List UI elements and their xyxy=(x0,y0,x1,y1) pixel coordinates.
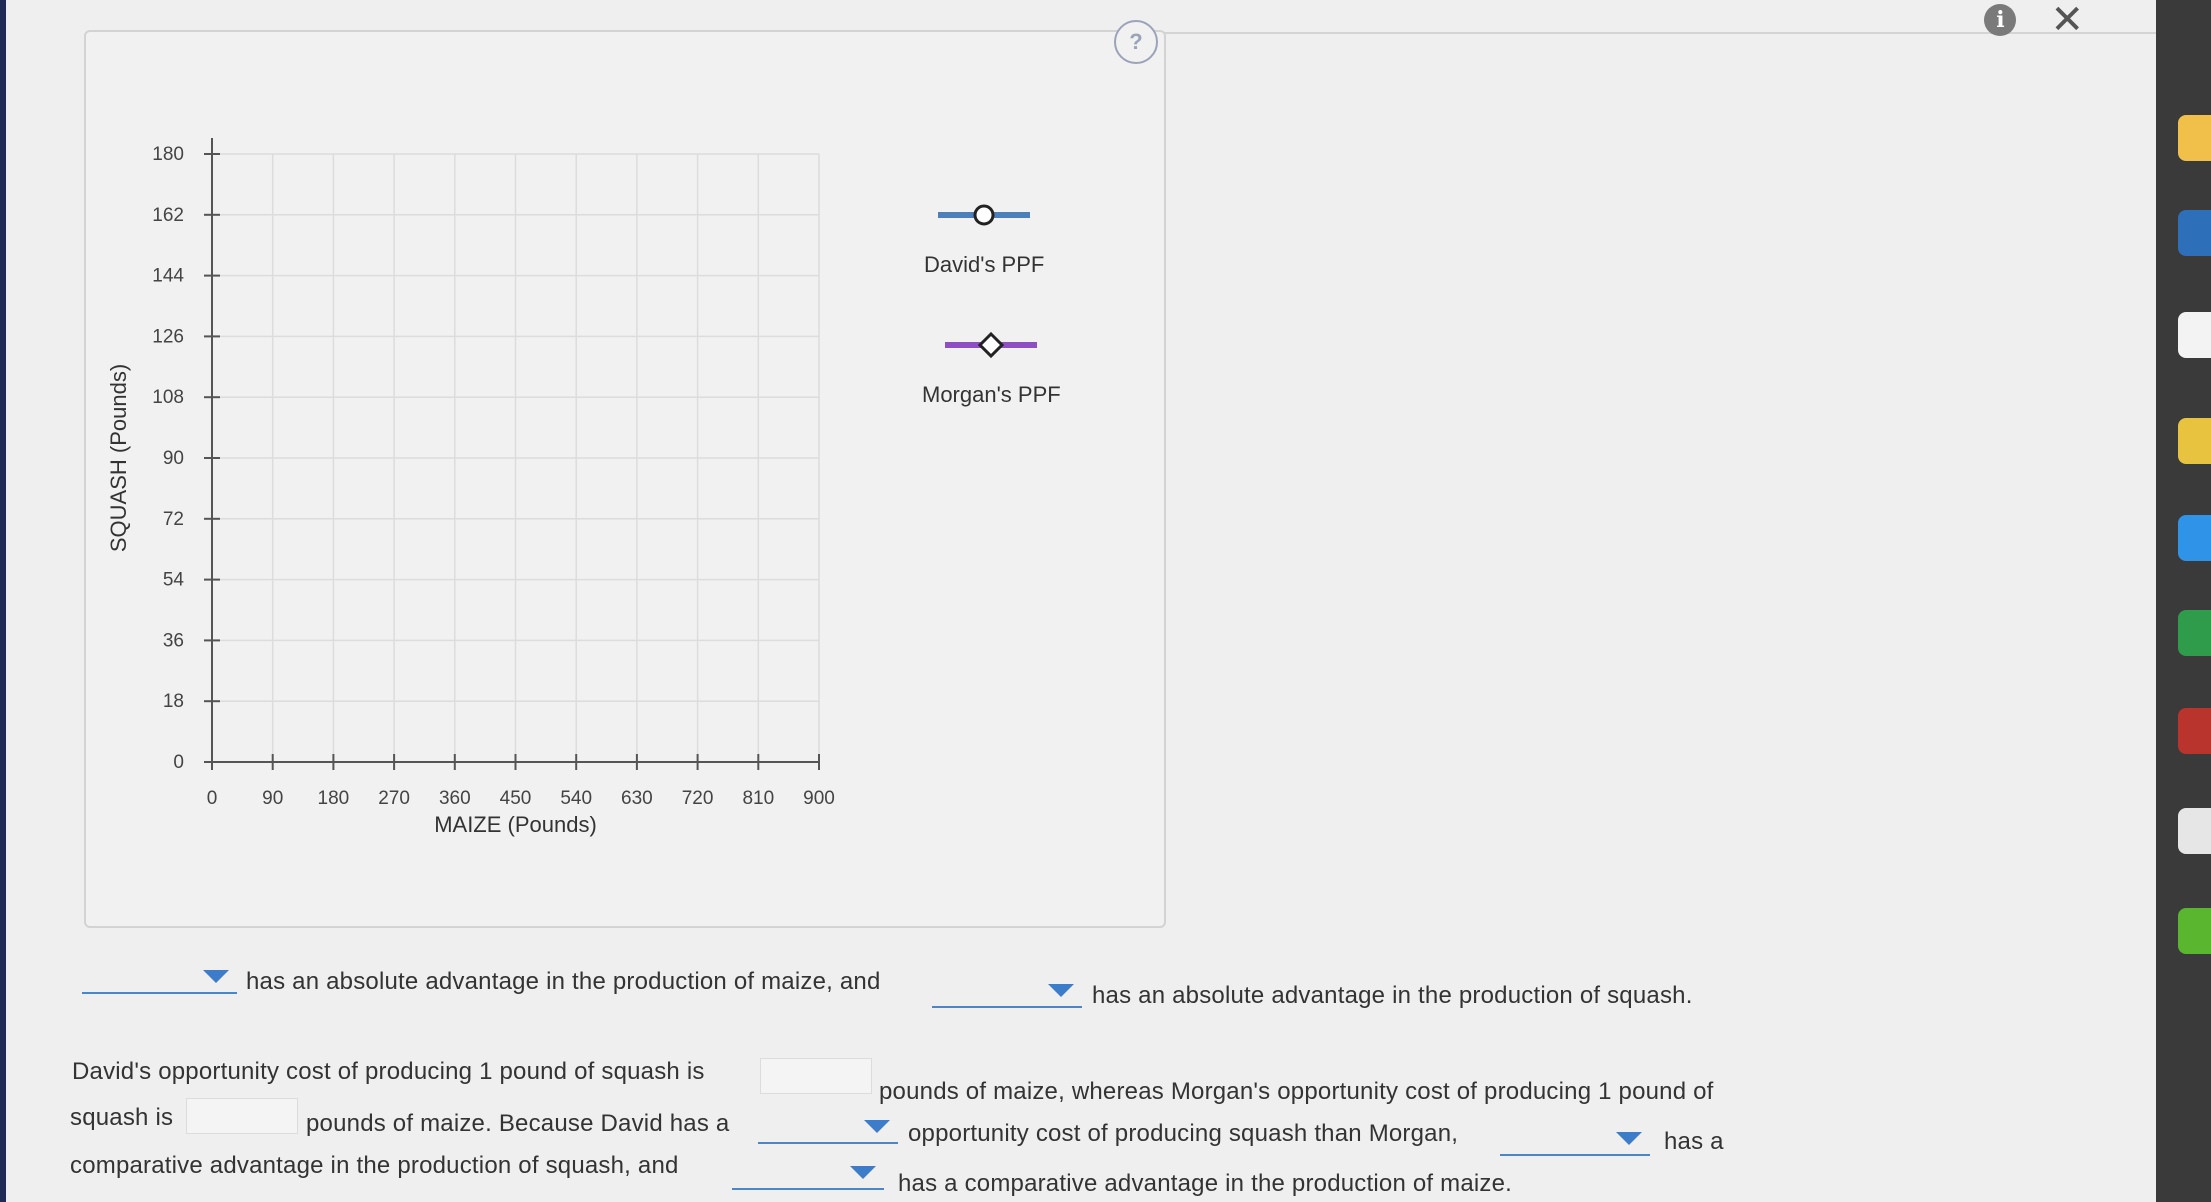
legend-label-david: David's PPF xyxy=(924,252,1045,277)
maize-comparative-dropdown[interactable] xyxy=(732,1158,884,1190)
x-tick-label: 180 xyxy=(318,788,350,809)
y-tick-label: 108 xyxy=(152,387,184,408)
y-tick-label: 162 xyxy=(152,205,184,226)
help-circle-icon[interactable]: ? xyxy=(1114,20,1158,64)
y-tick-label: 90 xyxy=(163,448,184,469)
x-tick-label: 90 xyxy=(262,788,283,809)
x-tick-label: 0 xyxy=(207,788,218,809)
close-icon[interactable]: ✕ xyxy=(2050,0,2084,40)
comparative-text-2d: has a xyxy=(1664,1128,1724,1155)
x-tick-label: 900 xyxy=(803,788,835,809)
green-app-icon[interactable] xyxy=(2178,908,2211,954)
circle-marker-icon[interactable] xyxy=(934,200,1034,230)
legend-david[interactable]: David's PPF xyxy=(924,200,1044,278)
document-icon[interactable] xyxy=(2178,312,2211,358)
legend-morgan[interactable]: Morgan's PPF xyxy=(922,330,1061,408)
notes-icon[interactable] xyxy=(2178,808,2211,854)
drive-icon[interactable] xyxy=(2178,610,2211,656)
x-tick-label: 540 xyxy=(560,788,592,809)
app-a-icon[interactable] xyxy=(2178,708,2211,754)
y-tick-label: 144 xyxy=(152,266,184,287)
top-toolbar: i ✕ xyxy=(1984,0,2084,40)
graph-panel: 0 90 180 270 360 450 540 630 720 810 900 0 18 36 54 72 9… xyxy=(84,30,1166,928)
x-tick-label: 810 xyxy=(742,788,774,809)
diamond-marker-icon[interactable] xyxy=(941,330,1041,360)
ppf-chart[interactable]: 0 90 180 270 360 450 540 630 720 810 900 0 18 36 54 72 9… xyxy=(86,32,1164,926)
x-tick-label: 270 xyxy=(378,788,410,809)
chevron-down-icon xyxy=(850,1166,876,1179)
comparative-text-3b: has a comparative advantage in the produ… xyxy=(898,1170,1513,1197)
legend-label-morgan: Morgan's PPF xyxy=(922,382,1061,407)
squash-absolute-dropdown[interactable] xyxy=(932,976,1082,1008)
absolute-text-1: has an absolute advantage in the product… xyxy=(246,968,881,995)
y-axis-label: SQUASH (Pounds) xyxy=(106,364,131,552)
y-tick-label: 18 xyxy=(163,691,184,712)
y-tick-label: 36 xyxy=(163,630,184,651)
x-tick-label: 630 xyxy=(621,788,653,809)
x-tick-label: 720 xyxy=(682,788,714,809)
maize-absolute-dropdown[interactable] xyxy=(82,962,237,994)
question-screen: i ✕ 0 90 180 270 360 450 540 630 720 810 900 0 18 36 5… xyxy=(6,0,2156,1202)
x-axis-label: MAIZE (Pounds) xyxy=(434,812,597,837)
squash-comparative-dropdown[interactable] xyxy=(1500,1124,1650,1156)
y-tick-label: 54 xyxy=(163,570,185,591)
book-icon[interactable] xyxy=(2178,210,2211,256)
lower-higher-dropdown[interactable] xyxy=(758,1112,898,1144)
david-opportunity-cost-input[interactable] xyxy=(760,1058,872,1094)
absolute-text-2: has an absolute advantage in the product… xyxy=(1092,982,1693,1009)
y-tick-label: 180 xyxy=(152,144,184,165)
x-tick-label: 450 xyxy=(500,788,532,809)
chevron-down-icon xyxy=(864,1120,890,1133)
chevron-down-icon xyxy=(1616,1132,1642,1145)
chevron-down-icon xyxy=(203,970,229,983)
y-tick-label: 126 xyxy=(152,326,184,347)
comparative-text-3a: comparative advantage in the production … xyxy=(70,1152,679,1179)
info-icon[interactable]: i xyxy=(1984,4,2017,36)
y-tick-label: 72 xyxy=(163,509,184,530)
morgan-opportunity-cost-input[interactable] xyxy=(186,1098,298,1134)
chevron-down-icon xyxy=(1048,984,1074,997)
comparative-text-2c: opportunity cost of producing squash tha… xyxy=(908,1120,1459,1147)
comparative-text-1a: David's opportunity cost of producing 1 … xyxy=(72,1058,705,1085)
cloud-icon[interactable] xyxy=(2178,515,2211,561)
y-tick-label: 0 xyxy=(173,752,184,773)
x-tick-label: 360 xyxy=(439,788,471,809)
comparative-text-2b: pounds of maize. Because David has a xyxy=(306,1110,730,1137)
comparative-text-1b: pounds of maize, whereas Morgan's opport… xyxy=(879,1078,1714,1105)
font-size-icon[interactable] xyxy=(2178,115,2211,161)
app-dock xyxy=(2156,0,2211,1202)
comparative-text-2a: squash is xyxy=(70,1104,174,1131)
podcast-icon[interactable] xyxy=(2178,418,2211,464)
